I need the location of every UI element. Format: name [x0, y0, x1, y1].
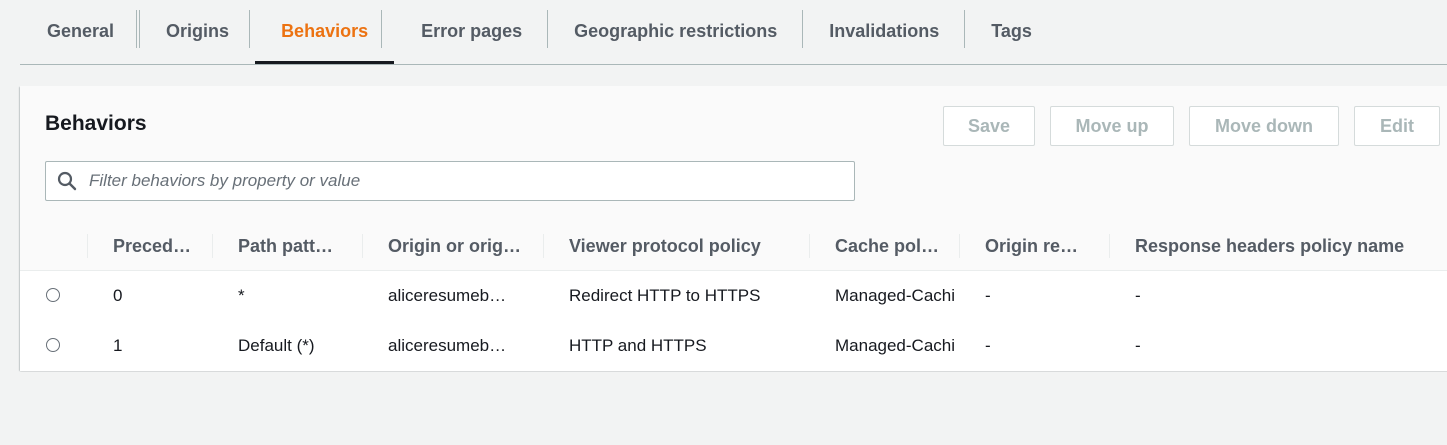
tab-label: Tags: [991, 20, 1032, 41]
panel-header: Behaviors Save Move up Move down Edit: [20, 86, 1447, 223]
panel-title: Behaviors: [45, 112, 147, 135]
column-divider: [809, 234, 810, 258]
cell-response-headers: -: [1135, 336, 1141, 355]
tab-divider: [249, 10, 250, 48]
column-divider: [87, 234, 88, 258]
tab-divider: [136, 10, 137, 48]
column-header-path-pattern[interactable]: Path patt…: [238, 222, 363, 270]
table-header-row: Preced… Path patt… Origin or orig… Viewe…: [20, 222, 1447, 271]
row-select-radio[interactable]: [46, 338, 60, 352]
cell-path-pattern: *: [238, 286, 245, 305]
cell-precedence: 0: [113, 286, 123, 305]
tab-label: Geographic restrictions: [574, 20, 778, 41]
column-header-cache-policy[interactable]: Cache pol…: [835, 222, 960, 270]
cell-path-pattern: Default (*): [238, 336, 315, 355]
move-up-button[interactable]: Move up: [1050, 106, 1174, 146]
column-header-origin[interactable]: Origin or orig…: [388, 222, 543, 270]
edit-button[interactable]: Edit: [1354, 106, 1440, 146]
cell-cache-policy: Managed-Cachi: [835, 336, 956, 355]
cell-precedence: 1: [113, 336, 123, 355]
active-tab-indicator: [255, 61, 395, 64]
tab-behaviors[interactable]: Behaviors: [255, 0, 395, 64]
row-select-radio[interactable]: [46, 288, 60, 302]
tab-tags[interactable]: Tags: [965, 0, 1058, 62]
column-header-response-headers[interactable]: Response headers policy name: [1135, 222, 1447, 270]
filter-input[interactable]: [87, 170, 831, 192]
column-header-origin-request[interactable]: Origin re…: [985, 222, 1110, 270]
cell-origin: aliceresumeb…: [388, 336, 507, 355]
cell-viewer-protocol: Redirect HTTP to HTTPS: [569, 286, 761, 305]
column-header-viewer-protocol[interactable]: Viewer protocol policy: [569, 222, 809, 270]
save-button[interactable]: Save: [943, 106, 1035, 146]
column-divider: [212, 234, 213, 258]
tab-error-pages[interactable]: Error pages: [394, 0, 549, 62]
column-header-precedence[interactable]: Preced…: [113, 222, 213, 270]
tab-label: Behaviors: [281, 20, 369, 41]
tab-general[interactable]: General: [20, 0, 141, 62]
cell-origin-request: -: [985, 336, 991, 355]
move-down-button[interactable]: Move down: [1189, 106, 1339, 146]
cell-cache-policy: Managed-Cachi: [835, 286, 956, 305]
filter-box: [45, 161, 855, 201]
cell-viewer-protocol: HTTP and HTTPS: [569, 336, 707, 355]
tab-label: Error pages: [421, 20, 523, 41]
tab-origins[interactable]: Origins: [140, 0, 255, 62]
tab-divider: [381, 10, 382, 48]
cell-origin-request: -: [985, 286, 991, 305]
cell-response-headers: -: [1135, 286, 1141, 305]
tab-label: General: [47, 20, 115, 41]
tab-geographic-restrictions[interactable]: Geographic restrictions: [548, 0, 804, 62]
behaviors-panel: Behaviors Save Move up Move down Edit Pr…: [20, 86, 1447, 371]
table-row[interactable]: 0 * aliceresumeb… Redirect HTTP to HTTPS…: [20, 271, 1447, 322]
tab-label: Origins: [166, 20, 230, 41]
column-divider: [1109, 234, 1110, 258]
search-icon: [57, 171, 77, 191]
column-divider: [543, 234, 544, 258]
tab-bar: General Origins Behaviors Error pages Ge…: [20, 0, 1447, 65]
table-row[interactable]: 1 Default (*) aliceresumeb… HTTP and HTT…: [20, 321, 1447, 371]
cell-origin: aliceresumeb…: [388, 286, 507, 305]
column-divider: [362, 234, 363, 258]
tab-invalidations[interactable]: Invalidations: [803, 0, 966, 62]
tab-label: Invalidations: [829, 20, 940, 41]
column-divider: [959, 234, 960, 258]
